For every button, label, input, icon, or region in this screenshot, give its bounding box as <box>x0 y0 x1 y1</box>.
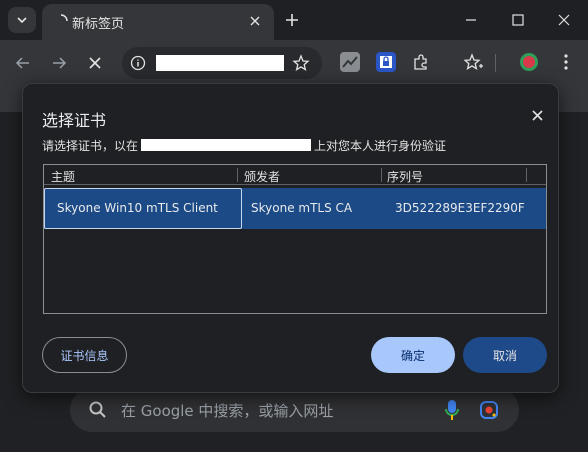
extensions-puzzle-icon[interactable] <box>411 52 431 72</box>
cancel-button[interactable]: 取消 <box>463 337 547 373</box>
forward-arrow-icon[interactable] <box>49 53 69 73</box>
google-lens-icon[interactable] <box>479 400 499 420</box>
extension-image-icon[interactable] <box>340 52 360 72</box>
extension-lock-icon[interactable] <box>376 52 396 72</box>
cell-subject: Skyone Win10 mTLS Client <box>57 201 218 215</box>
tab-strip: 新标签页 <box>0 0 588 40</box>
certificate-info-button[interactable]: 证书信息 <box>42 337 127 373</box>
browser-toolbar <box>0 40 588 86</box>
ntp-search-box[interactable]: 在 Google 中搜索，或输入网址 <box>70 388 519 432</box>
certificate-table: 主题 颁发者 序列号 Skyone Win10 mTLS Client Skyo… <box>43 164 547 314</box>
toolbar-divider <box>495 54 496 72</box>
column-divider[interactable] <box>237 168 238 182</box>
cell-issuer: Skyone mTLS CA <box>251 201 353 215</box>
column-divider[interactable] <box>381 168 382 182</box>
dialog-title: 选择证书 <box>42 111 107 130</box>
search-placeholder: 在 Google 中搜索，或输入网址 <box>121 402 334 420</box>
column-serial[interactable]: 序列号 <box>387 168 423 185</box>
maximize-icon[interactable] <box>508 10 528 30</box>
reading-list-star-icon[interactable] <box>464 52 484 72</box>
tab-search-button[interactable] <box>8 7 36 33</box>
new-tab-plus-icon[interactable] <box>283 11 301 29</box>
back-arrow-icon[interactable] <box>13 53 33 73</box>
select-certificate-dialog: 选择证书 请选择证书，以在 上对您本人进行身份验证 主题 颁发者 序列号 Skyo… <box>22 83 559 393</box>
minimize-icon[interactable] <box>461 10 481 30</box>
column-subject[interactable]: 主题 <box>51 168 75 185</box>
stop-loading-icon[interactable] <box>85 53 105 73</box>
chevron-down-icon <box>17 17 27 24</box>
column-divider[interactable] <box>526 168 527 182</box>
tab-new-tab[interactable]: 新标签页 <box>42 4 274 40</box>
tab-close-icon[interactable] <box>246 12 264 30</box>
site-info-icon[interactable] <box>130 55 146 71</box>
bookmark-star-icon[interactable] <box>292 54 310 72</box>
dialog-description: 请选择证书，以在 上对您本人进行身份验证 <box>42 137 446 154</box>
desc-suffix: 上对您本人进行身份验证 <box>314 139 447 153</box>
ok-button[interactable]: 确定 <box>371 337 455 373</box>
menu-kebab-icon[interactable] <box>556 52 576 72</box>
redacted-url <box>156 55 284 71</box>
close-icon[interactable] <box>528 106 546 124</box>
profile-avatar-icon[interactable] <box>519 52 539 72</box>
table-header: 主题 颁发者 序列号 <box>44 165 546 185</box>
search-icon <box>89 401 106 418</box>
table-row[interactable]: Skyone Win10 mTLS Client Skyone mTLS CA … <box>44 188 546 229</box>
tab-title: 新标签页 <box>72 17 125 32</box>
desc-prefix: 请选择证书，以在 <box>42 139 139 153</box>
redacted-host <box>141 139 312 151</box>
column-issuer[interactable]: 颁发者 <box>244 168 280 185</box>
loading-spinner-icon <box>60 14 68 22</box>
microphone-icon[interactable] <box>444 399 460 421</box>
cell-serial: 3D522289E3EF2290F <box>395 201 525 215</box>
close-window-icon[interactable] <box>554 10 574 30</box>
address-bar[interactable] <box>122 47 322 79</box>
